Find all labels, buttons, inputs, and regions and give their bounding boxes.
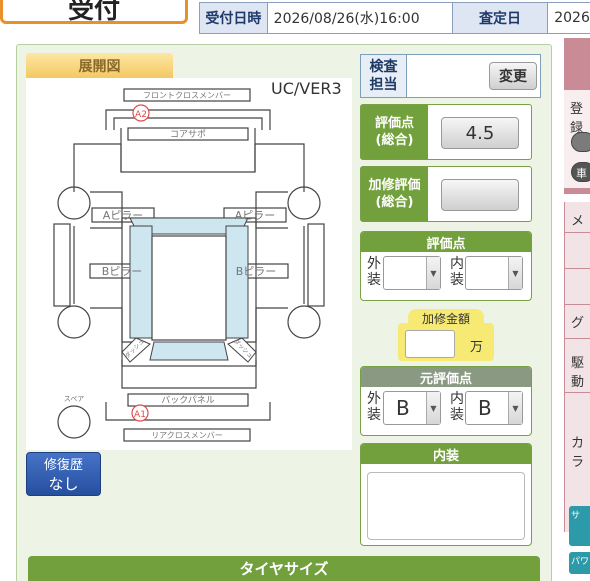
repair-score-card: 加修評価 (総合) — [360, 166, 532, 222]
tire-size-header: タイヤサイズ — [28, 556, 540, 581]
repair-amount-box: 加修金額 万 — [398, 309, 494, 361]
b-pillar-right-label: Bピラー — [236, 265, 277, 278]
repair-score-button[interactable] — [441, 179, 519, 211]
change-inspector-button[interactable]: 変更 — [489, 62, 537, 90]
damage-marker-a2[interactable]: A2 — [132, 104, 150, 122]
rear-right-wheel — [287, 305, 321, 339]
right-side-panel: 登録 車 メ グ 駆動 カラ サ パワ — [564, 38, 590, 581]
repair-amount-label: 加修金額 — [408, 309, 484, 331]
interior-notes-textarea[interactable] — [367, 472, 525, 540]
svg-text:A2: A2 — [135, 110, 147, 120]
overall-score-card: 評価点 (総合) 4.5 — [360, 104, 532, 160]
right-side-sill — [307, 223, 325, 307]
original-score-card: 元評価点 外装 B ▼ 内装 B ▼ — [360, 366, 532, 436]
vehicle-body-diagram[interactable]: フロントクロスメンバー コアサポ Aピラー Aピラー Bピラー Bピラー バック… — [26, 80, 352, 452]
left-window — [129, 225, 153, 339]
spare-tire — [57, 405, 91, 439]
chevron-down-icon: ▼ — [426, 257, 440, 289]
right-label-5: 駆動 — [571, 356, 585, 390]
repair-history-value: なし — [48, 475, 79, 493]
right-label-6: カラ — [571, 436, 585, 470]
right-window — [225, 225, 249, 339]
original-exterior-label: 外装 — [367, 391, 381, 423]
inspector-label: 検査 担当 — [361, 55, 407, 97]
chevron-down-icon: ▼ — [426, 392, 440, 424]
right-panel-list: メ グ 駆動 カラ — [564, 202, 590, 532]
diagram-tab: 展開図 — [26, 53, 173, 78]
repair-score-label: 加修評価 (総合) — [361, 167, 428, 221]
repair-history-button[interactable]: 修復歴 なし — [26, 452, 101, 496]
original-interior-select[interactable]: B ▼ — [465, 391, 523, 425]
overall-score-label: 評価点 (総合) — [361, 105, 428, 159]
repair-amount-unit: 万 — [470, 340, 484, 355]
a-pillar-left-label: Aピラー — [103, 209, 144, 222]
original-exterior-select[interactable]: B ▼ — [383, 391, 441, 425]
received-at-label: 受付日時 — [200, 3, 268, 33]
svg-text:A1: A1 — [134, 410, 146, 420]
right-button-1[interactable]: サ — [569, 506, 590, 546]
rear-left-wheel — [57, 305, 91, 339]
right-button-2[interactable]: パワ — [569, 552, 590, 574]
exterior-score-select[interactable]: ▼ — [383, 256, 441, 290]
interior-notes-header: 内装 — [361, 444, 531, 464]
interior-label: 内装 — [450, 256, 464, 288]
score-card: 評価点 外装 ▼ 内装 ▼ — [360, 231, 532, 301]
back-panel-label: バックパネル — [161, 395, 215, 406]
interior-score-select[interactable]: ▼ — [465, 256, 523, 290]
right-label-registration: 登録 — [570, 102, 584, 136]
roof-panel — [151, 235, 227, 341]
right-toggle-1[interactable] — [571, 132, 590, 152]
score-header: 評価点 — [361, 232, 531, 252]
spare-label: スペア — [64, 395, 85, 403]
received-at-value: 2026/08/26(水)16:00 — [267, 3, 453, 33]
a-pillar-right-label: Aピラー — [235, 209, 276, 222]
exterior-label: 外装 — [367, 256, 381, 288]
inspection-date-label: 査定日 — [452, 3, 549, 33]
right-toggle-2[interactable]: 車 — [571, 162, 590, 182]
damage-marker-a1[interactable]: A1 — [131, 404, 149, 422]
front-cross-member-label: フロントクロスメンバー — [143, 91, 231, 100]
rear-cross-member-label: リアクロスメンバー — [151, 431, 223, 440]
right-label-4: グ — [571, 316, 585, 331]
core-support-label: コアサポ — [170, 129, 206, 140]
overall-score-button[interactable]: 4.5 — [441, 117, 519, 149]
right-label-3: メ — [571, 214, 585, 229]
original-interior-label: 内装 — [450, 391, 464, 423]
rear-window — [149, 341, 229, 361]
b-pillar-left-label: Bピラー — [102, 265, 143, 278]
inspector-box: 検査 担当 変更 — [360, 54, 541, 98]
reception-info-table: 受付日時 2026/08/26(水)16:00 査定日 2026/ — [199, 2, 590, 34]
interior-notes-card: 内装 — [360, 443, 532, 546]
repair-amount-input[interactable] — [405, 330, 455, 358]
right-panel-header: 登録 車 — [564, 38, 590, 194]
inspection-date-value: 2026/ — [548, 3, 590, 33]
repair-history-label: 修復歴 — [43, 458, 83, 473]
original-score-header: 元評価点 — [361, 367, 531, 387]
chevron-down-icon: ▼ — [508, 257, 522, 289]
chevron-down-icon: ▼ — [508, 392, 522, 424]
reception-tab[interactable]: 受付 — [0, 0, 188, 25]
left-side-sill — [53, 223, 71, 307]
